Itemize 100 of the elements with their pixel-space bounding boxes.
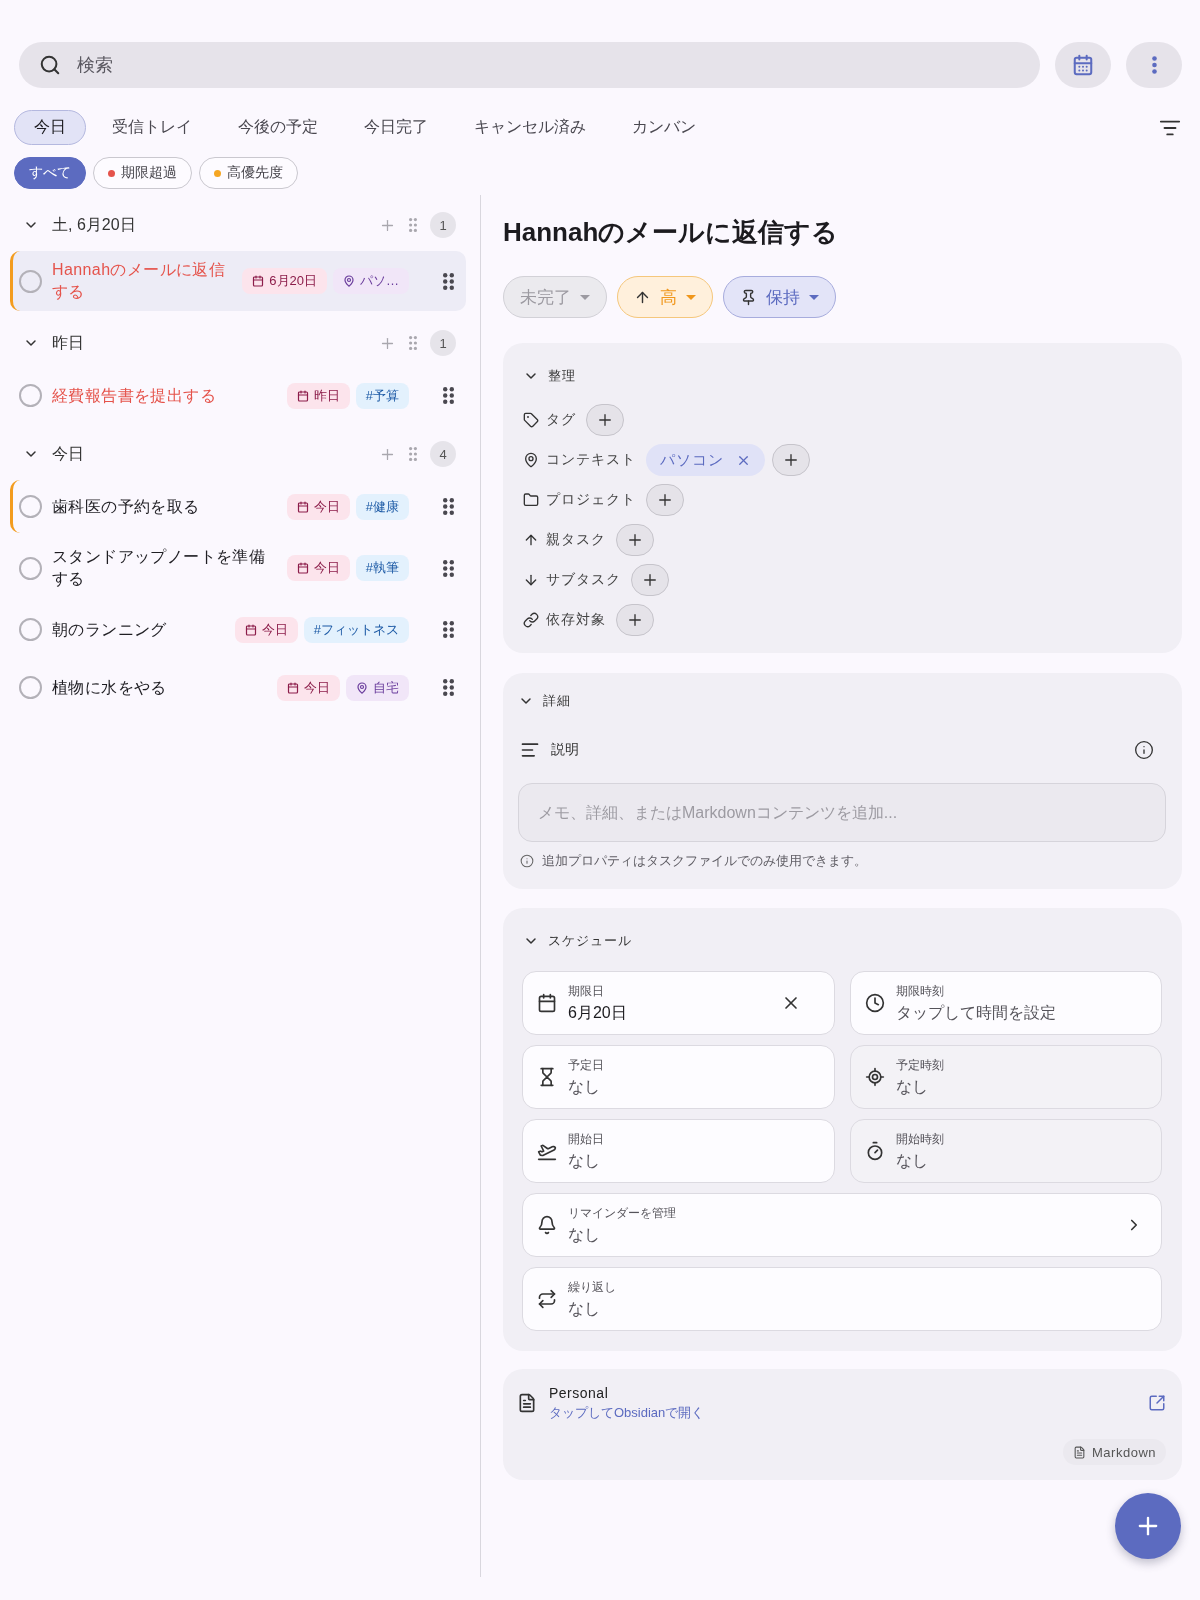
task-title: スタンドアップノートを準備する	[52, 547, 267, 589]
section-title: スケジュール	[548, 932, 632, 950]
schedule-field[interactable]: 開始日 なし	[522, 1119, 835, 1183]
drag-handle-icon[interactable]	[409, 336, 417, 350]
group-title: 土, 6月20日	[52, 214, 137, 235]
field-value: なし	[895, 1150, 929, 1171]
group-title: 今日	[52, 443, 85, 464]
value-chip[interactable]: パソコン	[646, 444, 765, 476]
calendar-icon	[252, 275, 265, 287]
add-button[interactable]	[616, 524, 654, 556]
section-title: 詳細	[543, 692, 571, 710]
tag-chip: #フィットネス	[303, 616, 409, 643]
plus-icon	[626, 531, 644, 549]
task-item[interactable]: Hannahのメールに返信する 6月20日 パソ…	[10, 251, 466, 311]
drag-handle-icon[interactable]	[443, 679, 454, 696]
count-badge: 4	[430, 441, 456, 467]
view-tab[interactable]: キャンセル済み	[454, 110, 606, 145]
search-icon	[39, 54, 61, 76]
view-tab[interactable]: 受信トレイ	[92, 110, 212, 145]
calendar-icon	[296, 562, 309, 574]
calendar-icon	[296, 500, 309, 513]
drag-handle-icon[interactable]	[409, 218, 417, 232]
task-item[interactable]: 歯科医の予約を取る 今日 #健康	[10, 480, 466, 533]
search-field[interactable]: 検索	[19, 42, 1040, 88]
schedule-field[interactable]: 繰り返し なし	[522, 1267, 1162, 1331]
field-label: プロジェクト	[546, 491, 636, 509]
schedule-field[interactable]: 予定日 なし	[522, 1045, 835, 1109]
add-button[interactable]	[646, 484, 684, 516]
tag-chip: #執筆	[355, 555, 409, 581]
task-item[interactable]: 朝のランニング 今日 #フィットネス	[10, 603, 466, 656]
view-tab[interactable]: カンバン	[612, 110, 716, 145]
external-link-icon[interactable]	[1148, 1394, 1166, 1412]
add-button[interactable]	[586, 404, 624, 436]
field-label: 予定時刻	[895, 1056, 945, 1073]
filter-chip[interactable]: すべて	[14, 157, 86, 189]
view-tab[interactable]: 今後の予定	[218, 110, 338, 145]
view-tab[interactable]: 今日完了	[344, 110, 448, 145]
info-icon	[520, 854, 534, 868]
arrow-down-icon	[523, 572, 539, 588]
caret-icon	[686, 294, 696, 300]
section-title: 整理	[548, 367, 576, 385]
open-link[interactable]: タップしてObsidianで開く	[549, 1403, 705, 1423]
filter-chip[interactable]: 期限超過	[93, 157, 192, 189]
view-tab[interactable]: 今日	[14, 110, 86, 145]
chip-label: パソ…	[360, 272, 399, 290]
field-label: 親タスク	[546, 531, 606, 549]
task-item[interactable]: スタンドアップノートを準備する 今日 #執筆	[10, 538, 466, 598]
field-label: リマインダーを管理	[568, 1204, 677, 1221]
count-badge: 1	[430, 212, 456, 238]
drag-handle-icon[interactable]	[443, 559, 454, 577]
clock-icon	[864, 993, 885, 1013]
info-icon[interactable]	[1134, 740, 1154, 760]
checkbox[interactable]	[19, 269, 42, 293]
caret-icon	[809, 294, 819, 300]
calendar-icon	[244, 623, 257, 636]
drag-handle-icon[interactable]	[409, 447, 417, 461]
plus-icon	[626, 611, 644, 629]
plus-icon	[782, 451, 800, 469]
calendar-icon	[1072, 54, 1094, 76]
field-value: なし	[895, 1076, 929, 1097]
drag-handle-icon[interactable]	[443, 621, 454, 638]
checkbox[interactable]	[19, 676, 42, 699]
add-button[interactable]	[631, 564, 669, 596]
crosshair-icon	[864, 1067, 885, 1087]
schedule-field[interactable]: 期限時刻 タップして時間を設定	[849, 971, 1162, 1035]
checkbox[interactable]	[19, 384, 42, 407]
drag-handle-icon[interactable]	[443, 498, 454, 515]
format-label: Markdown	[1092, 1444, 1156, 1460]
filter-chip[interactable]: 高優先度	[199, 157, 298, 189]
plus-icon	[641, 571, 659, 589]
document-icon	[517, 1393, 537, 1413]
description-field[interactable]: メモ、詳細、またはMarkdownコンテンツを追加...	[518, 783, 1166, 842]
task-item[interactable]: 経費報告書を提出する 昨日 #予算	[10, 369, 466, 422]
tag-chip: #健康	[355, 493, 409, 520]
checkbox[interactable]	[19, 556, 42, 580]
schedule-field[interactable]: 期限日 6月20日	[522, 971, 835, 1035]
hourglass-icon	[537, 1067, 557, 1087]
bell-icon	[537, 1215, 557, 1235]
drag-handle-icon[interactable]	[443, 387, 454, 404]
pin-dropdown[interactable]: 保持	[723, 276, 836, 318]
vault-name: Personal	[549, 1384, 609, 1403]
task-title: 植物に水をやる	[52, 677, 168, 698]
count-badge: 1	[430, 330, 456, 356]
field-value: なし	[568, 1150, 601, 1171]
document-icon	[1073, 1445, 1087, 1459]
checkbox[interactable]	[19, 495, 42, 518]
add-task-button[interactable]	[1115, 1493, 1181, 1559]
calendar-icon	[537, 993, 557, 1013]
chip-label: 自宅	[373, 678, 399, 697]
drag-handle-icon[interactable]	[443, 272, 454, 290]
plus-icon	[596, 411, 614, 429]
map-pin-icon	[343, 275, 355, 287]
field-label: 開始日	[568, 1130, 605, 1147]
add-button[interactable]	[772, 444, 810, 476]
field-label: タグ	[546, 411, 576, 429]
calendar-button[interactable]	[1055, 42, 1111, 88]
task-item[interactable]: 植物に水をやる 今日 自宅	[10, 661, 466, 714]
schedule-field[interactable]: リマインダーを管理 なし	[522, 1193, 1162, 1257]
checkbox[interactable]	[19, 618, 42, 641]
add-button[interactable]	[616, 604, 654, 636]
